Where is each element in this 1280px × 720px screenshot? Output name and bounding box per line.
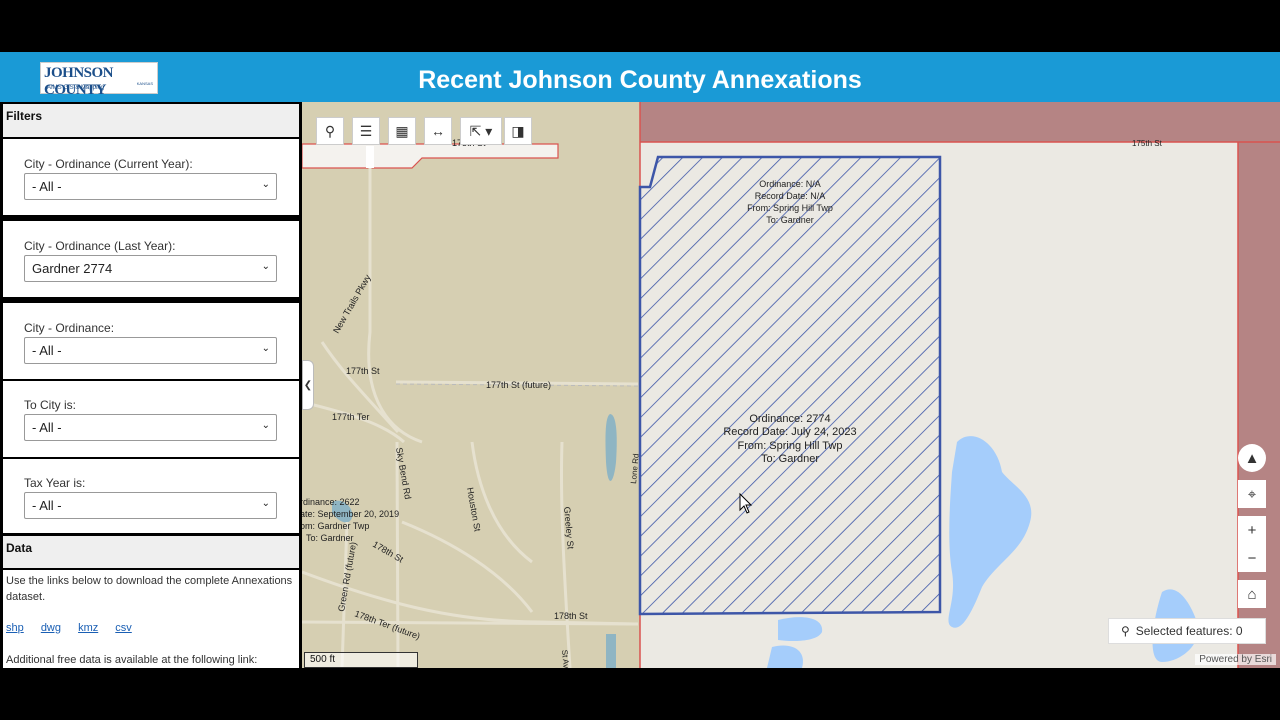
home-icon[interactable]: ⌂ — [1238, 580, 1266, 608]
road-label-178th-b: 178th St — [554, 611, 588, 621]
filter-label: City - Ordinance (Current Year): — [24, 157, 193, 171]
locate-icon[interactable]: ⌖ — [1238, 480, 1266, 508]
filter-select-to-city[interactable]: - All - ⌄ — [24, 414, 277, 441]
map-canvas[interactable]: 175th St 175th St 177th St 177th St (fut… — [302, 102, 1280, 668]
select-value: Gardner 2774 — [32, 261, 113, 276]
link-csv[interactable]: csv — [115, 622, 132, 634]
search-icon[interactable]: ⚲ — [316, 117, 344, 145]
filter-label: To City is: — [24, 398, 77, 412]
data-heading: Data — [3, 536, 299, 568]
data-panel: Use the links below to download the comp… — [3, 570, 299, 668]
data-description: Use the links below to download the comp… — [6, 575, 293, 603]
filter-select-last-year[interactable]: Gardner 2774 ⌄ — [24, 255, 277, 282]
measure-icon[interactable]: ↔ — [424, 117, 452, 145]
road-label-175th-right: 175th St — [1132, 139, 1163, 148]
additional-data-text: Additional free data is available at the… — [6, 654, 258, 666]
chevron-down-icon: ⌄ — [261, 498, 270, 509]
filter-select-tax-year[interactable]: - All - ⌄ — [24, 492, 277, 519]
select-value: - All - — [32, 498, 62, 513]
filter-select-current-year[interactable]: - All - ⌄ — [24, 173, 277, 200]
zoom-out-icon[interactable]: − — [1238, 544, 1266, 572]
sidebar: Filters City - Ordinance (Current Year):… — [0, 102, 302, 668]
annex-left-label-1: rdinance: 2622 — [302, 497, 360, 507]
road-label-st-av: St Av — [560, 649, 571, 668]
filters-heading: Filters — [3, 104, 299, 137]
selected-features-text: Selected features: 0 — [1135, 624, 1243, 638]
filter-label: City - Ordinance: — [24, 321, 115, 335]
filter-current-year: City - Ordinance (Current Year): - All -… — [3, 139, 299, 215]
chevron-down-icon: ⌄ — [261, 343, 270, 354]
select-value: - All - — [32, 420, 62, 435]
annex-top-label-2: Record Date: N/A — [755, 191, 826, 201]
annex-main-label-4: To: Gardner — [761, 453, 819, 465]
esri-attribution[interactable]: Powered by Esri — [1195, 654, 1276, 665]
zoom-in-icon[interactable]: + — [1238, 516, 1266, 544]
select-value: - All - — [32, 179, 62, 194]
annex-top-label-4: To: Gardner — [766, 215, 814, 225]
annexation-parcel-2774 — [638, 155, 942, 616]
annex-band-top — [640, 102, 1280, 142]
compass-icon[interactable]: ▲ — [1238, 444, 1266, 472]
filter-label: Tax Year is: — [24, 476, 86, 490]
annex-top-label-3: From: Spring Hill Twp — [747, 203, 833, 213]
selected-features-badge[interactable]: ⚲ Selected features: 0 — [1108, 618, 1266, 644]
link-dwg[interactable]: dwg — [41, 622, 61, 634]
select-value: - All - — [32, 343, 62, 358]
water-pond-3 — [778, 617, 823, 642]
map-view[interactable]: 175th St 175th St 177th St 177th St (fut… — [302, 102, 1280, 668]
annex-left-label-4: To: Gardner — [306, 533, 354, 543]
filter-select-ordinance[interactable]: - All - ⌄ — [24, 337, 277, 364]
app-frame: JOHNSON COUNTY KANSAS AIMS GIS & Mapping… — [0, 52, 1280, 668]
qr-code-icon[interactable]: ▦ — [388, 117, 416, 145]
annex-main-label-2: Record Date: July 24, 2023 — [723, 426, 856, 438]
annex-main-label-1: Ordinance: 2774 — [749, 413, 830, 425]
layers-icon[interactable]: ☰ — [352, 117, 380, 145]
annex-left-label-2: ate: September 20, 2019 — [302, 509, 399, 519]
chevron-down-icon: ⌄ — [261, 420, 270, 431]
chevron-down-icon: ⌄ — [261, 261, 270, 272]
selection-icon: ⚲ — [1121, 624, 1130, 638]
filter-tax-year: Tax Year is: - All - ⌄ — [3, 459, 299, 533]
filter-ordinance: City - Ordinance: - All - ⌄ — [3, 303, 299, 379]
filter-to-city: To City is: - All - ⌄ — [3, 381, 299, 457]
road-label-177th-ter: 177th Ter — [332, 412, 369, 422]
road-label-177th: 177th St — [346, 366, 380, 376]
chevron-down-icon: ⌄ — [261, 179, 270, 190]
filter-label: City - Ordinance (Last Year): — [24, 239, 176, 253]
annex-left-label-3: om: Gardner Twp — [302, 521, 369, 531]
basemap-icon[interactable]: ◨ — [504, 117, 532, 145]
annex-top-label-1: Ordinance: N/A — [759, 179, 821, 189]
collapse-panel-chevron-left-icon[interactable]: ❮ — [302, 360, 314, 410]
scale-bar: 500 ft — [304, 652, 418, 668]
page-title: Recent Johnson County Annexations — [418, 66, 862, 94]
header-bar: JOHNSON COUNTY KANSAS AIMS GIS & Mapping… — [0, 52, 1280, 102]
link-shp[interactable]: shp — [6, 622, 24, 634]
filter-last-year: City - Ordinance (Last Year): Gardner 27… — [3, 221, 299, 297]
download-links: shp dwg kmz csv — [6, 620, 296, 636]
select-tool-icon[interactable]: ⇱ ▾ — [460, 117, 502, 145]
annex-main-label-3: From: Spring Hill Twp — [738, 440, 843, 452]
link-kmz[interactable]: kmz — [78, 622, 98, 634]
road-label-177th-future: 177th St (future) — [486, 380, 551, 390]
